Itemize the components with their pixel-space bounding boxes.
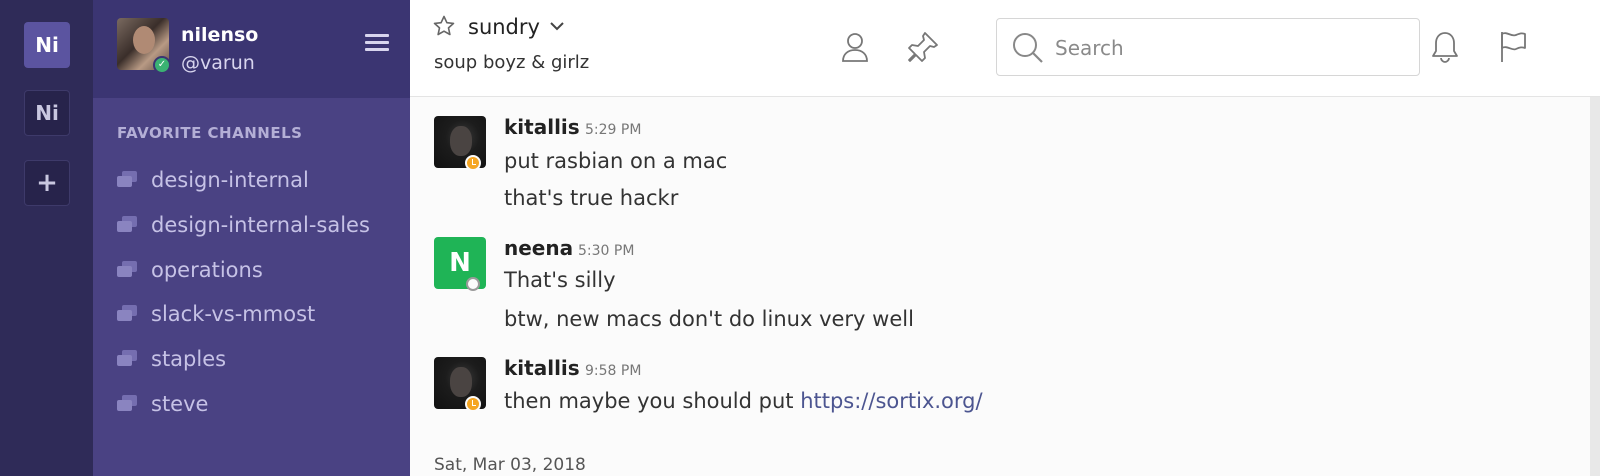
channel-sidebar: ✓ nilenso @varun FAVORITE CHANNELS desig… [93, 0, 410, 476]
sidebar-item-design-internal[interactable]: design-internal [117, 165, 309, 195]
sidebar-item-label: slack-vs-mmost [151, 302, 316, 326]
sidebar-item-label: staples [151, 347, 227, 371]
sidebar-item-slack-vs-mmost[interactable]: slack-vs-mmost [117, 299, 315, 329]
scrollbar[interactable] [1590, 97, 1600, 476]
pin-icon[interactable] [906, 30, 940, 64]
hamburger-menu-icon[interactable] [365, 34, 389, 52]
channel-name[interactable]: sundry [468, 15, 540, 39]
message-text: then maybe you should put https://sortix… [504, 389, 983, 413]
message-link[interactable]: https://sortix.org/ [800, 389, 982, 413]
search-icon [1013, 33, 1043, 63]
online-status-icon: ✓ [153, 56, 171, 74]
sidebar-item-operations[interactable]: operations [117, 255, 263, 285]
sidebar-item-staples[interactable]: staples [117, 344, 226, 374]
message-author[interactable]: neena [504, 236, 573, 260]
sidebar-item-label: steve [151, 392, 209, 416]
message-text: put rasbian on a mac [504, 149, 728, 173]
message-text: That's silly [504, 268, 616, 292]
team-name: nilenso [181, 24, 259, 46]
away-status-icon [465, 396, 481, 412]
private-channel-icon [117, 216, 137, 234]
favorite-channels-heading: FAVORITE CHANNELS [117, 124, 303, 142]
sidebar-header[interactable]: ✓ nilenso @varun [93, 0, 410, 98]
message-text-prefix: then maybe you should put [504, 389, 801, 413]
private-channel-icon [117, 395, 137, 413]
sidebar-item-label: design-internal [151, 168, 309, 192]
message-time[interactable]: 9:58 PM [585, 363, 641, 379]
private-channel-icon [117, 171, 137, 189]
avatar-initial: N [449, 248, 471, 278]
message-text: btw, new macs don't do linux very well [504, 307, 914, 331]
private-channel-icon [117, 261, 137, 279]
add-team-button[interactable]: + [24, 160, 70, 206]
message-time[interactable]: 5:30 PM [578, 243, 634, 259]
private-channel-icon [117, 350, 137, 368]
message-text: that's true hackr [504, 186, 679, 210]
private-channel-icon [117, 305, 137, 323]
member-icon[interactable] [838, 30, 872, 64]
username: @varun [181, 52, 255, 74]
message-time[interactable]: 5:29 PM [585, 122, 641, 138]
sidebar-item-steve[interactable]: steve [117, 389, 208, 419]
bell-icon[interactable] [1428, 30, 1462, 64]
team-button-nilenso-other[interactable]: Ni [24, 90, 70, 136]
message-author[interactable]: kitallis [504, 356, 580, 380]
chevron-down-icon[interactable] [548, 17, 566, 35]
date-separator: Sat, Mar 03, 2018 [434, 455, 586, 475]
sidebar-item-label: design-internal-sales [151, 213, 370, 237]
sidebar-item-design-internal-sales[interactable]: design-internal-sales [117, 210, 370, 240]
flag-icon[interactable] [1496, 30, 1530, 64]
sidebar-item-label: operations [151, 258, 263, 282]
search-box[interactable] [996, 18, 1420, 76]
star-icon[interactable] [432, 14, 456, 38]
offline-status-icon [466, 277, 480, 291]
channel-purpose: soup boyz & girlz [434, 52, 590, 73]
message-list[interactable]: kitallis 5:29 PM put rasbian on a mac th… [410, 97, 1590, 476]
team-sidebar: Ni Ni + [0, 0, 93, 476]
channel-header: sundry soup boyz & girlz [410, 0, 1600, 97]
team-button-nilenso-active[interactable]: Ni [24, 22, 70, 68]
away-status-icon [465, 155, 481, 171]
search-input[interactable] [1055, 31, 1395, 65]
message-author[interactable]: kitallis [504, 115, 580, 139]
